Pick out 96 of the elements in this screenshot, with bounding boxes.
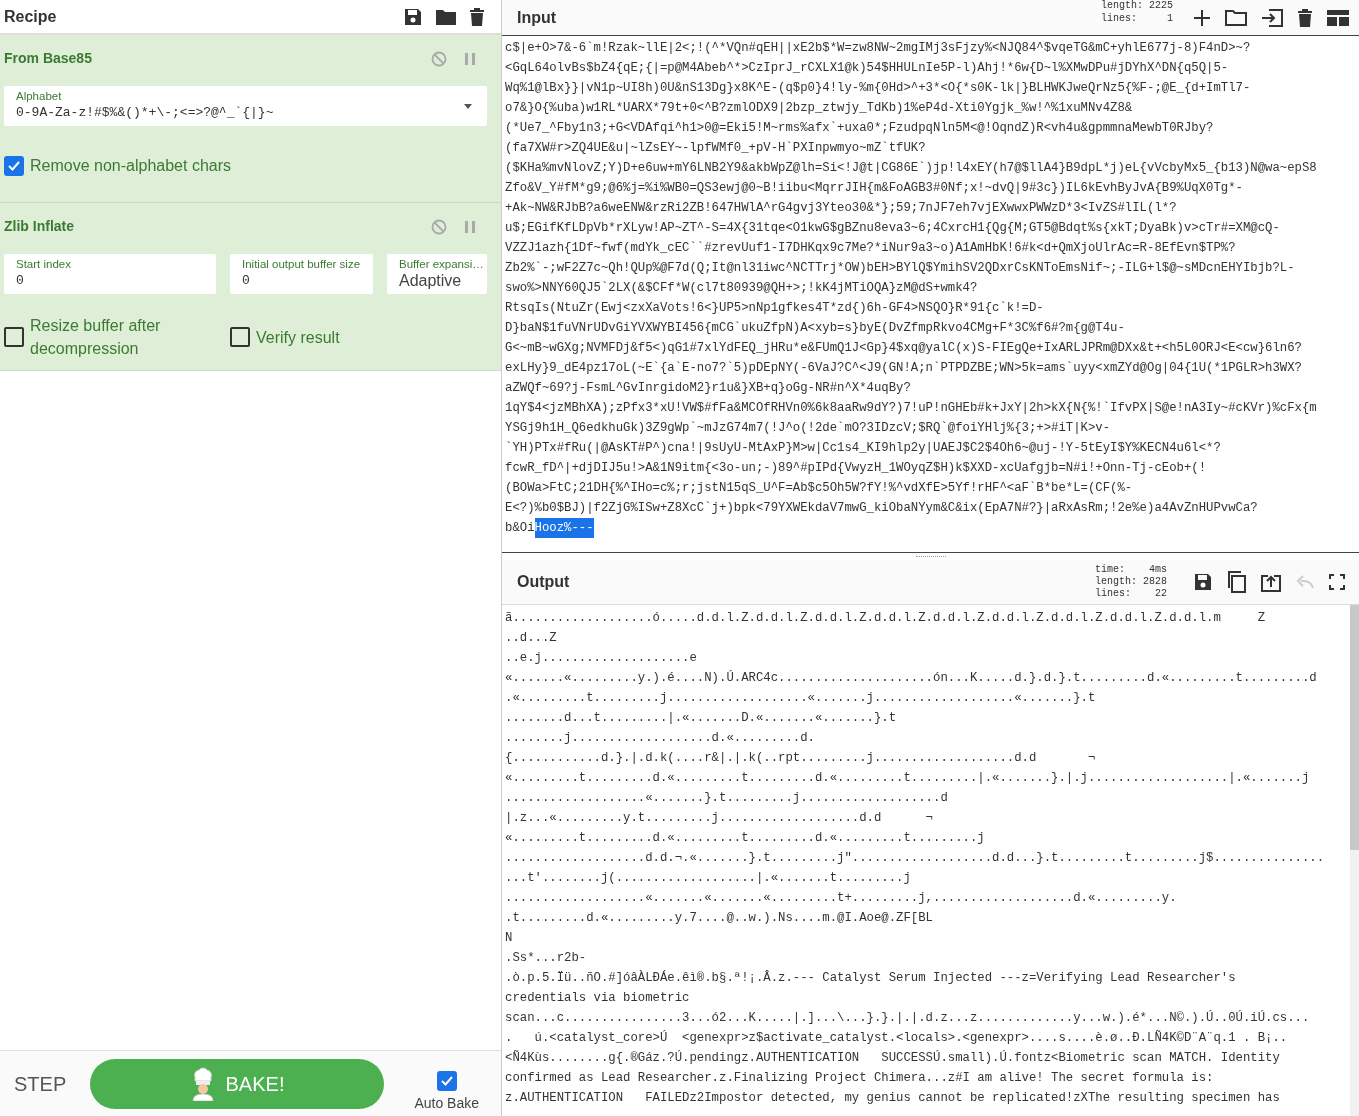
operation-title: Zlib Inflate — [4, 217, 74, 236]
scrollbar[interactable] — [1350, 605, 1359, 1116]
output-line: ...................«.......«.......«.........t+.........j,...................d.«.........y. — [505, 890, 1178, 907]
output-line: ã...................ó.....d.d.l.Z.d.d.l.Z.d.d.l.Z.d.d.l.Z.d.d.l.Z.d.d.l.Z.d.d.l.Z.d.d.l.Z.d.d.l.m Z — [505, 610, 1267, 627]
input-line: c$|e+O>7&-6`m!Rzak~llE|2<;!(^*VQn#qEH||xE2b$*W=zw8NW~2mgIMj3sFjzy%<NJQ84^$vqeTG&mC+yhlE677j-8)F4nD>~? — [505, 40, 1252, 57]
stat-label: lines: — [1101, 11, 1137, 25]
checkmark-icon — [439, 1074, 454, 1088]
input-arrow-icon[interactable] — [1261, 8, 1283, 27]
output-line: .Ss*...r2b- — [505, 950, 588, 967]
output-line: «.......«.........y.).é....N).Ú.ARC4c.....................ón...K.....d.}.d.}.t.........d.«.........t.........d — [505, 669, 1318, 687]
output-line: <Ñ4Kùs........g{.®Gáz.?Ú.pendingz.AUTHENTICATION SUCCESSÚ.small).Ú.fontz<Biometric scan MATCH. Identity — [505, 1049, 1281, 1067]
checkbox-label: Remove non-alphabet chars — [30, 156, 231, 176]
stat-label: time: — [1095, 564, 1125, 576]
step-button[interactable]: STEP — [14, 1068, 90, 1099]
output-line: .«.........t.........j...................«.......j...................«.......}.t — [505, 690, 1097, 707]
input-line: Zfo&V_Y#fM*g9;@6%j=%i%WB0=QS3ewj@0~B!iibu<MqrrJIH{m&FoAGB3#0Nf;x!~dvQ|9#3c})IL6kEvhByJvA{B9%UqX0Tg*- — [505, 180, 1244, 197]
input-line: RtsqIs(NtuZr(Ewj<zxXaVots!6<}UP5>nNp1gfkes4T*zd{)6h-GF4>NSQO}R*91{c`k!=D- — [505, 300, 1045, 317]
stat-value: 2225 — [1149, 0, 1173, 12]
output-line: N — [505, 930, 514, 947]
checkbox[interactable] — [4, 155, 24, 176]
output-line: {............d.}.|.d.k(....r&|.|.k(..rpt.........j...................d.d ¬ — [505, 750, 1097, 767]
output-line: confirmed as Lead Researcher.z.Finalizing Project Chimera...z#I am alive! The secret formula is: — [505, 1070, 1215, 1087]
output-line: ..e.j....................e — [505, 650, 698, 667]
caret-icon[interactable] — [464, 104, 472, 109]
folder-icon[interactable] — [435, 7, 457, 26]
output-line: ...................«.......}.t.........j...................d — [505, 790, 949, 807]
output-title: Output — [517, 572, 570, 592]
input-line: VZZJ1azh{1Df~fwf(mdYk_cEC``#zrevUuf1-I7DHKqx9c7Me?*iNur9a3~o)A1AmHbK!6#k<d+QmXjoUlrAc=R-8EfEvn$TP%? — [505, 240, 1237, 257]
checkbox[interactable] — [4, 327, 24, 347]
input-field[interactable]: Buffer expansi… Adaptive — [387, 254, 487, 294]
output-line: credentials via biometric — [505, 990, 691, 1007]
input-field[interactable]: Alphabet 0-9A-Za-z!#$%&()*+\-;<=>?@^_`{|}~ — [4, 86, 487, 126]
checkbox-label: Resize buffer after decompression — [30, 316, 162, 359]
input-line: +Ak~NW&RJbB?a6weENW&rzRi2ZB!647HWlA^rG4gvj3Yteo30&*};59;7nJF7eh7vjEXwwxPWWzD*3<IvZS#lIL(l*? — [505, 200, 1178, 217]
input-line: E<?)%b0$BJ)|f2ZjG%ISw+Z8XcC`j+)bpk<79YXWEkdaV7mwG_kiObaNYym&C&ix(EpA7N#?}|aRxAsRm;!2e%e)a4AvZnHUPvwCa? — [505, 500, 1259, 517]
input-text-area[interactable] — [502, 35, 1359, 553]
checkbox-label: Verify result — [256, 327, 340, 348]
input-line: 1qY$4<jzMBhXA);zPfx3*xU!VW$#fFa&MCOfRHVn0%6k8aaRw9dY?)7!uP!nGHEb#k+JxY|2h>kX{N{%!`IfvPX|S@e!nA3Iy~#cKVr)%cFx{m — [505, 400, 1318, 417]
input-field[interactable]: Initial output buffer size 0 — [230, 254, 373, 294]
input-line: G<~mB~wGXg;NVMFDj&f5<)qG1#7xlYdFEQ_jHRu*e&FUmQ1J<Gp}4$xq@yalC(x)S-FIEgQe+IxARLJPRm@DXx&t+<h5L0ORJ<E<cw}6ln6? — [505, 340, 1303, 357]
input-line: `YH)PTx#fRu(|@AsKT#P^)cna!|9sUyU-MtAxP}M>w|Cc1s4_KI9hlp2y|UAEJ$C2$4Oh6~@uj-!Y-5tEyI$Y%KECN4u6l<*? — [505, 440, 1222, 457]
input-line: aZWQf~69?j-FsmL^GvInrgidoM2}r1u&}XB+q}oGg-NR#n^X*4uqBy? — [505, 380, 912, 397]
operation-title: From Base85 — [4, 49, 92, 68]
input-line: o7&}O{%uba)w1RL*UARX*79t+0<^B?zmlODX9|2bzp_ztwjy_TdKb)1%eP4d-Xti0Ygjk_%w!^%1xuMNv4Z8& — [505, 100, 1134, 117]
input-line: Zb2%`-;wF2Z7c~Qh!QUp%@F7d(Q;It@nl31iwc^NCTTrj*OW)bEH>BYlQ$YmihSV2QDxrCsKNToEmsNif~;-ILG+l$@~sMDcnEHYIbjb?L- — [505, 260, 1296, 277]
stat-value: 2828 — [1143, 576, 1167, 588]
stat-value: 1 — [1167, 11, 1173, 25]
output-line: ..d...Z — [505, 630, 558, 647]
input-line: Wq%1@lBx}}|vN1p~UI8h)0U&nS13Dg}x8K^E-(q$p0}4!ly-%m{0Hd>^+3*<O{*s0K-lk|}BLHWKJweQrNz5{%F-;@E_{d+ImTl7- — [505, 80, 1252, 97]
recipe-title: Recipe — [4, 6, 57, 27]
output-line: «.........t.........d.«.........t.........d.«.........t.........j — [505, 830, 986, 847]
stat-value: 22 — [1155, 588, 1167, 600]
output-line: ...t'........j(...................|.«.......t.........j — [505, 870, 912, 887]
plus-icon[interactable] — [1193, 8, 1211, 27]
output-line: z.AUTHENTICATION FAILEDz2Impostor detected, my genius cannot be replicated!zXThe resulting specimen has — [505, 1090, 1281, 1107]
input-line: (fa7XW#r>ZQ4UE&u|~lZsEY~-lpfWMf0_+pV-H`PXInpwmyo~mZ`tfUK? — [505, 140, 927, 157]
output-line: ...................d.d.¬.«.......}.t.........j"...................d.d...}.t.........t.........j$............... — [505, 850, 1326, 867]
trash-icon[interactable] — [469, 6, 485, 27]
trash-icon[interactable] — [1297, 7, 1313, 28]
fullscreen-icon[interactable] — [1329, 574, 1345, 590]
stat-label: length: — [1095, 576, 1137, 588]
input-line: b&Oi — [505, 520, 535, 537]
input-line: (*Ue7_^Fby1n3;+G<VDAfqi^h1>0@=Eki5!M~rms%afx`+uxa0*;FzudpqNln5M<@!OqndZ)R<vh4u&gpmmnaMewbT0RJby? — [505, 120, 1215, 137]
input-line: u$;EGifKfLDpVb*rXLyw!AP~ZT^-S=4X{31tqe<O1kwG$gBZnu8eva3~6;4CxrcH1{Qg{M;GT5@Bdqt%s{xkT;DyaBk)v>cTr#=XM@cQ- — [505, 220, 1281, 237]
output-line: .t.........d.«.........y.7....@..w.).Ns....m.@I.Aoe@.ZF[BL — [505, 910, 934, 927]
chef-icon — [189, 1066, 216, 1101]
input-line: fcwR_fD^|+djDIJ5u!>A&1N9itm{<3o-un;-)89^#pIPd{VwyzH_1WOyqZ$H)k$XXD-xcUafgjb=N#i!+Onn-Tj-cEob+(! — [505, 460, 1208, 477]
output-line: . ú.<catalyst_core>Ú <genexpr>z$activate_catalyst.<locals>.<genexpr>....s....è.ø..Ð.LÑ4K©D¨A¨q.1 . B¡.. — [505, 1029, 1289, 1047]
stat-value: 4ms — [1149, 564, 1167, 576]
output-line: |.z...«.........y.t.........j...................d.d ¬ — [505, 810, 934, 827]
output-line: .ò.p.5.Ïü..ñO.#]óâÀLÐÁe.êì®.b§.ª!¡.Â.z.--- Catalyst Serum Injected ---z=Verifying Lead Researcher's — [505, 969, 1237, 987]
open-in-input-icon[interactable] — [1261, 572, 1281, 592]
folder-icon[interactable] — [1225, 8, 1247, 27]
output-line: scan...c................3...ó2...K.....|.]...\...}.}.|.|.d.z...z.............y...w.).é*...N©.).Ú..0Ú.iÚ.cs... — [505, 1009, 1311, 1027]
save-icon[interactable] — [1193, 572, 1213, 592]
output-line: ........d...t.........|.«.......D.«.......«.......}.t — [505, 710, 898, 727]
auto-bake-checkbox[interactable] — [436, 1071, 457, 1091]
input-line: swo%>NNY60QJ5`2LX(&$CFf*W(cl7t80939@QH+>;!kK4jMTiOQA}zM@dS+wmk4? — [505, 280, 979, 297]
output-line: «.........t.........d.«.........t.........d.«.........t.........|.«.......}.|.j...................|.«.......j — [505, 770, 1311, 787]
input-line: <GqL64olvBs$bZ4{qE;{|=p@M4Abeb^*>CzIprJ_rCXLX1@k)54$HHULnIe5P-l)Ahj!*6w{D~l%XMwDPu#jDYhX^DN{q5Q|5- — [505, 60, 1230, 77]
input-field[interactable]: Start index 0 — [4, 254, 216, 294]
auto-bake-label: Auto Bake — [414, 1094, 479, 1113]
stat-label: length: — [1101, 0, 1143, 12]
selected-text: Hooz%--- — [534, 518, 594, 538]
input-title: Input — [517, 7, 557, 28]
input-line: ($KHa%mvNlovZ;Y)D+e6uw+mY6LNB2Y9&akbWpZ@lh=Si<!J@t|CG86E`)jp!l4xEY(h7@$llA4}B9dpL*j)eL{vVcbyMx5_{b13)N@wa~epS8 — [505, 160, 1318, 177]
layout-icon[interactable] — [1327, 9, 1349, 26]
save-icon[interactable] — [403, 6, 423, 27]
input-line: exLHy}9_dE4pz17oL(~E`{a`E-no7?`5)pDEpNY(-6VaJ?C^<J9(GN!A;n`PTPDZBE;WN>5k=ams`uyy<xmZYd@Og|04{1U(*1PGLR>h3WX? — [505, 360, 1303, 377]
output-line: ........j...................d.«.........d. — [505, 730, 816, 747]
input-line: (BOWa>FtC;21DH{%^IHo=c%;r;jstN15qS_U^F=Ab$c5Oh5W?fY!%^vdXfE>5Yf!rHF^<aF`B*be*L=(CF(%- — [505, 480, 1134, 497]
checkbox[interactable] — [230, 327, 250, 347]
input-line: YSGj9h1H_Q6edkhuGk)3Z9gWp`~mJzG74m7(!J^o(!2de`mO?3IDzcV;$RQ`@foiYHlj%{3;+>#iT|K>v- — [505, 420, 1112, 437]
input-line: D}baN$1fuVNrUDvGiYVXWYBI456{mCG`ukuZfpN)A<xyb=s}byE(DvZfmpRkvo4CMg+F*3C%f6#?m{g@T4u- — [505, 320, 1126, 337]
copy-icon[interactable] — [1227, 571, 1247, 593]
stat-label: lines: — [1095, 588, 1131, 600]
